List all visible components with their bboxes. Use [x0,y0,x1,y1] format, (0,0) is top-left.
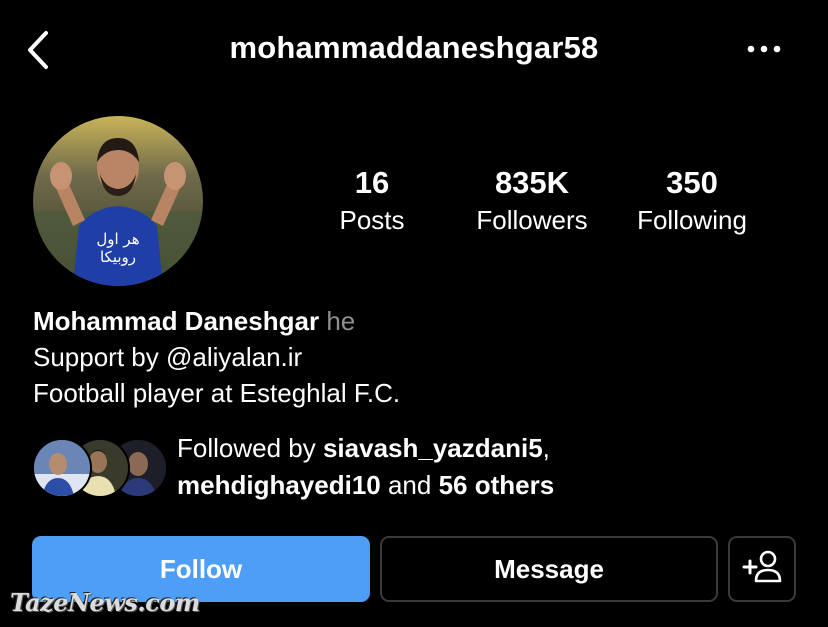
separator-comma: , [542,433,550,463]
bio-line-occupation: Football player at Esteghlal F.C. [33,378,401,408]
following-label: Following [637,205,747,235]
bio-line-support: Support by @aliyalan.ir [33,342,303,372]
stat-followers[interactable]: 835K Followers [462,164,602,238]
profile-avatar[interactable]: هر اول روبیکا [33,116,203,286]
followed-by-text[interactable]: Followed by siavash_yazdani5, mehdighaye… [177,430,554,504]
following-count: 350 [666,165,718,200]
display-name: Mohammad Daneshgar [33,306,320,336]
and-text: and [380,470,439,500]
followers-label: Followers [476,205,588,235]
message-button[interactable]: Message [380,536,718,602]
svg-text:روبیکا: روبیکا [100,248,136,266]
mutual-followers-avatars[interactable] [32,438,168,498]
profile-bio: Mohammad Daneshgar he Support by @aliyal… [33,303,400,411]
followed-by-prefix: Followed by [177,433,323,463]
mutual-follower-link[interactable]: siavash_yazdani5 [323,433,543,463]
top-bar: mohammaddaneshgar58 [0,0,828,100]
profile-username: mohammaddaneshgar58 [229,30,599,65]
followers-count: 835K [494,165,570,200]
suggest-users-button[interactable] [728,536,796,602]
mutual-follower-link[interactable]: mehdighayedi10 [177,470,381,500]
stat-following[interactable]: 350 Following [622,164,762,238]
others-count-link[interactable]: 56 others [439,470,555,500]
pronoun: he [326,306,356,336]
more-horizontal-icon[interactable] [744,34,784,64]
svg-text:هر اول: هر اول [96,230,139,248]
watermark: TazeNews.com [10,588,200,617]
posts-count: 16 [354,165,390,200]
posts-label: Posts [339,205,405,235]
avatar [32,438,92,498]
add-person-icon [742,549,782,590]
stat-posts[interactable]: 16 Posts [302,164,442,238]
